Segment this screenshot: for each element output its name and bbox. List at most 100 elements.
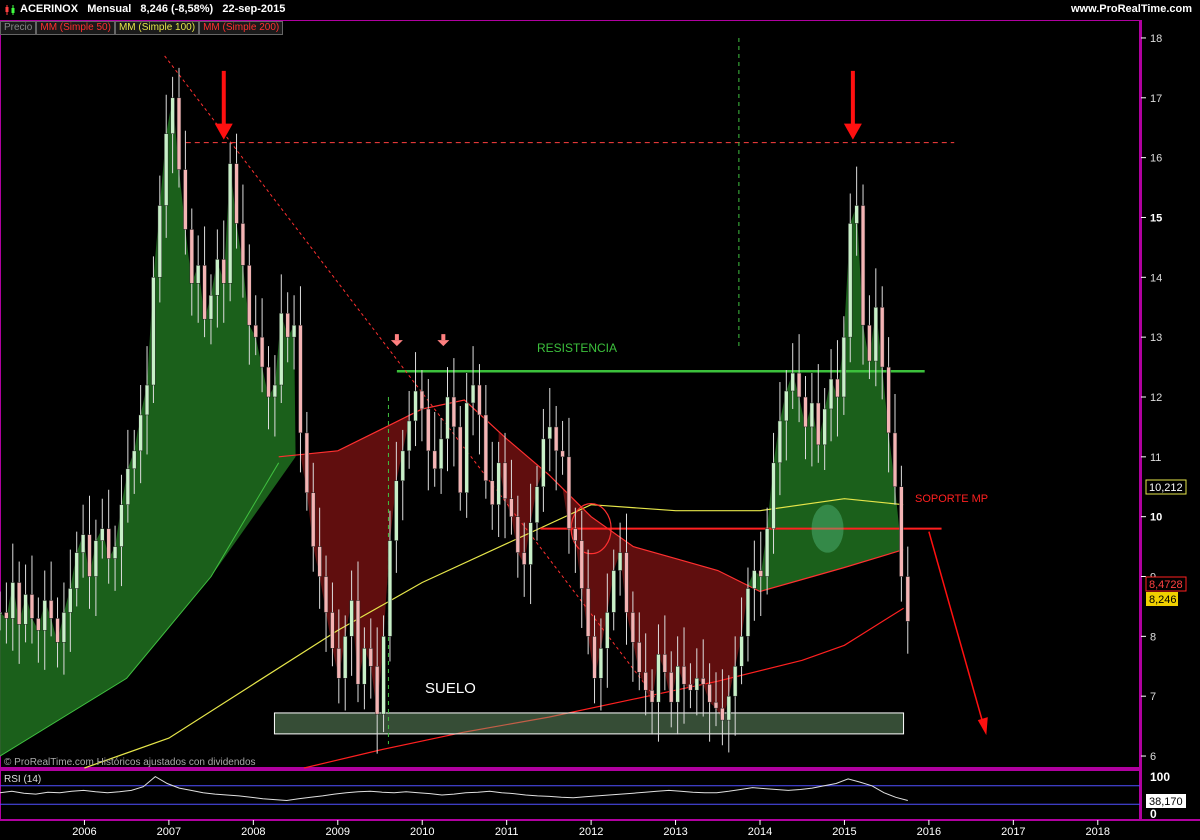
- floor-band: [273, 712, 905, 735]
- candle-body: [170, 97, 175, 134]
- candle-body: [36, 618, 41, 631]
- x-tick-label: 2014: [748, 826, 772, 838]
- candle-body: [208, 295, 214, 320]
- floor-label: SUELO: [425, 680, 476, 697]
- legend-ma50[interactable]: MM (Simple 50): [36, 21, 115, 35]
- candle-body: [432, 450, 437, 470]
- y-tick-label: 18: [1150, 33, 1162, 45]
- candle-body: [624, 552, 629, 613]
- candle-body: [528, 522, 533, 565]
- candle-body: [144, 384, 150, 416]
- candle-body: [29, 594, 35, 619]
- candle-body: [579, 540, 584, 589]
- candle-body: [720, 707, 725, 721]
- candle-body: [426, 408, 431, 452]
- candle-body: [905, 576, 910, 622]
- candle-body: [93, 540, 99, 577]
- candlestick-icon: [5, 5, 15, 15]
- legend-ma200[interactable]: MM (Simple 200): [199, 21, 284, 35]
- candle-body: [688, 683, 693, 691]
- candle-body: [272, 384, 278, 398]
- candle-body: [387, 540, 393, 637]
- candle-body: [662, 654, 668, 673]
- candle-body: [733, 666, 738, 697]
- candle-body: [349, 600, 354, 637]
- candle-body: [637, 642, 642, 673]
- svg-text:8,4728: 8,4728: [1149, 579, 1183, 591]
- y-tick-label: 15: [1150, 212, 1162, 224]
- chart-title: ACERINOX Mensual 8,246 (-8,58%) 22-sep-2…: [20, 3, 285, 15]
- candle-body: [752, 570, 757, 589]
- candle-body: [285, 312, 290, 338]
- footer-note: © ProRealTime.com Históricos ajustados c…: [4, 757, 256, 768]
- candle-body: [138, 414, 143, 452]
- candle-body: [48, 600, 54, 619]
- candle-body: [617, 552, 623, 571]
- x-tick-label: 2006: [72, 826, 96, 838]
- candle-body: [771, 462, 776, 529]
- candle-body: [227, 163, 233, 284]
- candle-body: [649, 689, 655, 703]
- candle-body: [355, 600, 361, 685]
- candle-body: [854, 205, 859, 224]
- candle-body: [541, 438, 546, 488]
- candle-body: [458, 426, 463, 493]
- last-price: 8,246 (-8,58%): [140, 3, 214, 15]
- candle-body: [323, 576, 329, 613]
- candle-body: [279, 312, 284, 386]
- candle-body: [445, 396, 450, 440]
- candle-body: [809, 402, 815, 428]
- candle-body: [151, 277, 156, 386]
- candle-body: [758, 570, 763, 577]
- legend-ma100[interactable]: MM (Simple 100): [114, 21, 200, 35]
- candle-body: [381, 636, 386, 715]
- x-tick-label: 2010: [410, 826, 434, 838]
- candle-body: [899, 486, 904, 577]
- candle-body: [713, 701, 719, 709]
- candle-body: [841, 336, 847, 398]
- candle-body: [681, 666, 687, 685]
- rsi-label: RSI (14): [4, 774, 41, 785]
- candle-body: [496, 462, 501, 505]
- candle-body: [566, 456, 572, 529]
- candle-body: [394, 480, 399, 541]
- legend-price[interactable]: Precio: [0, 21, 37, 35]
- candle-body: [764, 528, 770, 577]
- candle-body: [311, 492, 316, 547]
- candle-body: [790, 372, 795, 392]
- candle-body: [164, 133, 169, 206]
- candle-body: [80, 534, 86, 553]
- rsi-tick-0: 0: [1150, 807, 1157, 821]
- candle-body: [253, 324, 258, 338]
- x-tick-label: 2016: [917, 826, 941, 838]
- candle-body: [534, 486, 540, 523]
- candle-body: [23, 594, 28, 625]
- candle-body: [68, 588, 73, 613]
- candle-body: [860, 205, 866, 326]
- x-tick-label: 2007: [157, 826, 181, 838]
- candle-body: [611, 570, 616, 613]
- candle-body: [598, 648, 604, 679]
- candle-body: [291, 324, 297, 338]
- symbol: ACERINOX: [20, 3, 79, 15]
- candle-body: [413, 390, 418, 422]
- candle-body: [509, 498, 514, 517]
- candle-body: [886, 366, 891, 434]
- x-tick-label: 2015: [832, 826, 856, 838]
- site-link[interactable]: www.ProRealTime.com: [1071, 3, 1192, 15]
- highlight-circle: [811, 504, 844, 553]
- candle-body: [368, 648, 373, 667]
- candle-body: [669, 672, 674, 703]
- candle-body: [42, 600, 47, 631]
- y-tick-label: 13: [1150, 332, 1162, 344]
- candle-body: [4, 612, 9, 619]
- y-tick-label: 10: [1150, 512, 1162, 524]
- candle-body: [419, 390, 425, 410]
- candle-body: [560, 450, 565, 458]
- y-tick-label: 14: [1150, 272, 1162, 284]
- candle-body: [796, 372, 802, 398]
- candle-body: [400, 450, 405, 482]
- x-tick-label: 2013: [663, 826, 687, 838]
- candle-body: [196, 265, 201, 284]
- candle-body: [221, 259, 226, 284]
